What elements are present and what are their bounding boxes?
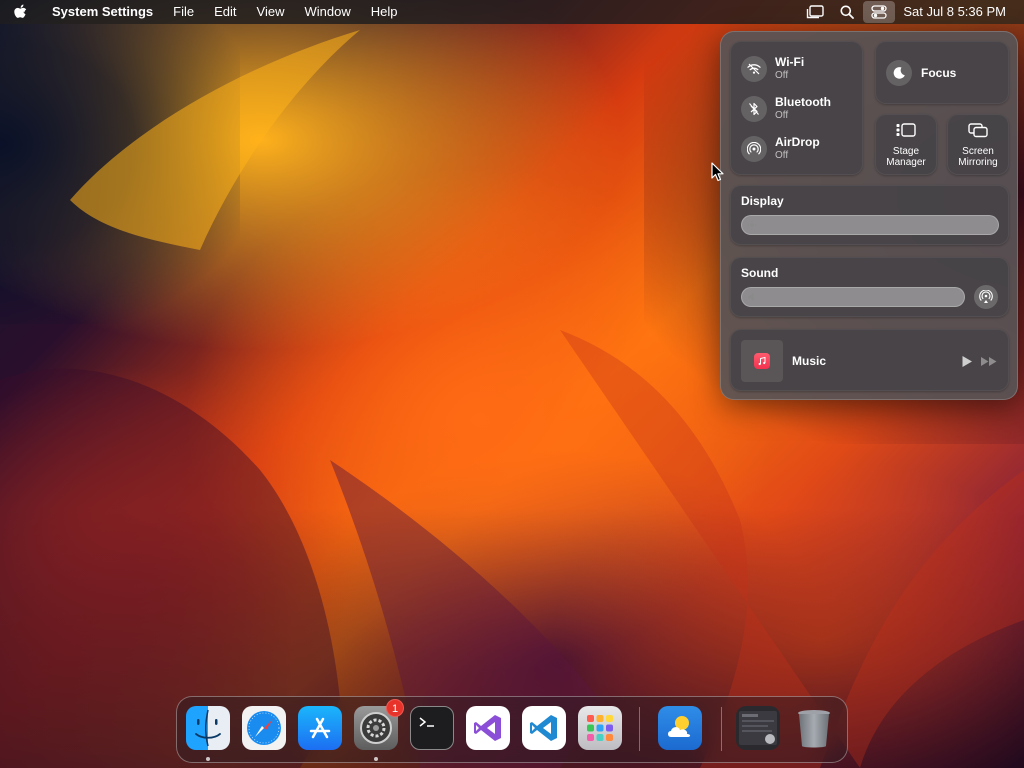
finder-running-indicator bbox=[206, 757, 210, 761]
wifi-label: Wi-Fi bbox=[775, 55, 805, 69]
spotlight-search-icon[interactable] bbox=[831, 1, 863, 23]
dock-separator bbox=[639, 707, 640, 751]
stage-manager-icon bbox=[896, 123, 916, 137]
airdrop-label: AirDrop bbox=[775, 135, 820, 149]
finder-icon[interactable] bbox=[186, 706, 230, 750]
system-settings-icon[interactable]: 1 bbox=[354, 699, 404, 750]
vscode-icon[interactable] bbox=[522, 706, 566, 750]
stage-manager-label-line2: Manager bbox=[886, 157, 926, 168]
airplay-audio-icon bbox=[979, 290, 993, 303]
menu-window[interactable]: Window bbox=[294, 0, 360, 24]
screen-mirroring-label-line1: Screen bbox=[962, 146, 994, 157]
menubar-status-area: Sat Jul 8 5:36 PM bbox=[799, 0, 1024, 24]
menubar-clock[interactable]: Sat Jul 8 5:36 PM bbox=[895, 0, 1024, 24]
display-label: Display bbox=[741, 194, 784, 208]
terminal-icon[interactable] bbox=[410, 706, 454, 750]
dock: 1 bbox=[176, 696, 848, 763]
music-app-icon bbox=[754, 353, 770, 369]
visual-studio-icon[interactable] bbox=[466, 706, 510, 750]
system-settings-badge: 1 bbox=[386, 699, 404, 717]
menu-file[interactable]: File bbox=[163, 0, 204, 24]
system-settings-running-indicator bbox=[374, 757, 378, 761]
now-playing-title: Music bbox=[792, 354, 827, 368]
airdrop-toggle[interactable]: AirDrop Off bbox=[741, 136, 820, 162]
play-icon[interactable] bbox=[956, 352, 978, 370]
trash-icon[interactable] bbox=[792, 706, 836, 750]
control-center-panel: Wi-Fi Off Bluetooth Off AirDrop Off Focu… bbox=[720, 31, 1018, 400]
app-store-icon[interactable] bbox=[298, 706, 342, 750]
sound-tile: Sound bbox=[730, 257, 1009, 317]
bluetooth-label: Bluetooth bbox=[775, 95, 831, 109]
control-center-icon[interactable] bbox=[863, 1, 896, 23]
airplay-audio-button[interactable] bbox=[974, 285, 998, 309]
menu-view[interactable]: View bbox=[247, 0, 295, 24]
launchpad-icon[interactable] bbox=[578, 706, 622, 750]
weather-icon[interactable] bbox=[658, 706, 702, 750]
wifi-off-icon bbox=[741, 56, 767, 82]
screen-mirroring-icon bbox=[968, 123, 988, 138]
speaker-icon bbox=[742, 288, 762, 306]
bluetooth-toggle[interactable]: Bluetooth Off bbox=[741, 96, 831, 122]
bluetooth-status: Off bbox=[775, 110, 789, 121]
menu-app-name[interactable]: System Settings bbox=[40, 0, 163, 24]
album-art bbox=[741, 340, 783, 382]
display-brightness-slider[interactable] bbox=[741, 215, 999, 235]
focus-label: Focus bbox=[921, 66, 957, 80]
downloads-stack-icon[interactable] bbox=[736, 706, 780, 750]
mouse-pointer-icon bbox=[711, 162, 724, 182]
brightness-icon bbox=[742, 216, 762, 234]
connectivity-tile: Wi-Fi Off Bluetooth Off AirDrop Off bbox=[730, 41, 863, 175]
sound-label: Sound bbox=[741, 266, 779, 280]
screen-mirroring-label-line2: Mirroring bbox=[958, 157, 998, 168]
wifi-status: Off bbox=[775, 70, 789, 81]
menu-edit[interactable]: Edit bbox=[204, 0, 246, 24]
dock-separator-2 bbox=[721, 707, 722, 751]
wifi-toggle[interactable]: Wi-Fi Off bbox=[741, 56, 804, 82]
airdrop-icon bbox=[741, 136, 767, 162]
sound-volume-slider[interactable] bbox=[741, 287, 965, 307]
display-tile: Display bbox=[730, 185, 1009, 245]
menu-help[interactable]: Help bbox=[361, 0, 408, 24]
bluetooth-off-icon bbox=[741, 96, 767, 122]
safari-icon[interactable] bbox=[242, 706, 286, 750]
moon-icon bbox=[886, 60, 912, 86]
now-playing-tile[interactable]: Music bbox=[730, 329, 1009, 391]
apple-menu-icon[interactable] bbox=[0, 0, 40, 24]
screen-mirroring-tile[interactable]: Screen Mirroring bbox=[947, 114, 1009, 175]
stage-manager-label-line1: Stage bbox=[892, 146, 920, 157]
menu-bar: System Settings File Edit View Window He… bbox=[0, 0, 1024, 24]
airdrop-status: Off bbox=[775, 150, 789, 161]
stage-manager-status-icon[interactable] bbox=[799, 1, 831, 23]
focus-tile[interactable]: Focus bbox=[875, 41, 1009, 104]
stage-manager-tile[interactable]: Stage Manager bbox=[875, 114, 937, 175]
fast-forward-icon[interactable] bbox=[978, 352, 1000, 370]
